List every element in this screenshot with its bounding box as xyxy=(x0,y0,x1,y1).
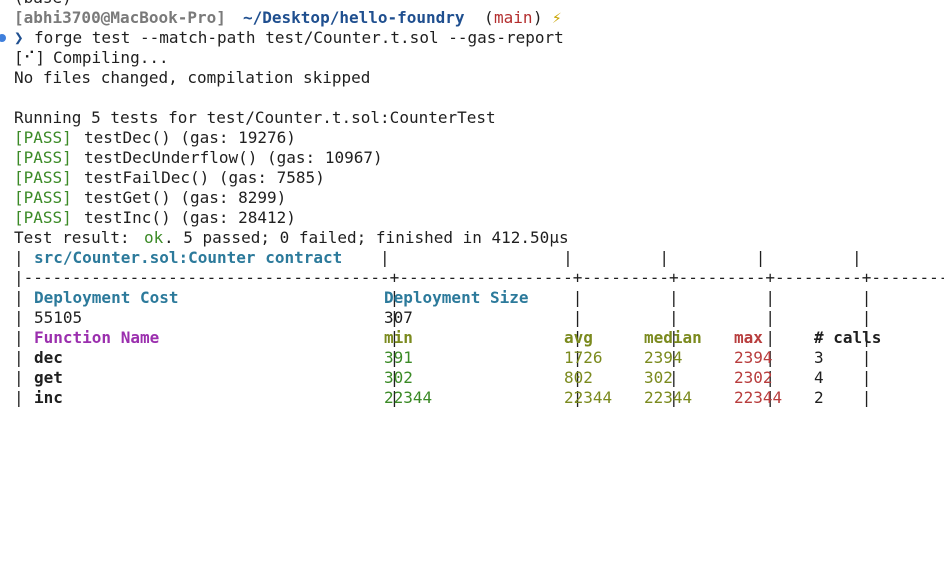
compiling-line: [⠊] Compiling... xyxy=(0,48,944,68)
prompt-user-host: [abhi3700@MacBook-Pro] xyxy=(14,8,226,27)
test-status-pass: [PASS] xyxy=(14,168,72,187)
table-row: | | | | | | | dec 391 1726 2394 2394 3 xyxy=(0,348,944,368)
suite-line: Running 5 tests for test/Counter.t.sol:C… xyxy=(0,108,944,128)
gas-max: 2394 xyxy=(734,348,773,367)
gas-table-separator: |--------------------------------------+… xyxy=(0,268,944,288)
test-line: [PASS] testGet() (gas: 8299) xyxy=(0,188,944,208)
gas-avg: 802 xyxy=(564,368,593,387)
prompt-arrow-icon: ❯ xyxy=(14,28,24,47)
function-name: get xyxy=(34,368,63,387)
test-status-pass: [PASS] xyxy=(14,208,72,227)
compile-skipped-line: No files changed, compilation skipped xyxy=(0,68,944,88)
suite-text: Running 5 tests for test/Counter.t.sol:C… xyxy=(14,108,496,127)
prompt-path: ~/Desktop/hello-foundry xyxy=(243,8,465,27)
deployment-cost-value: 55105 xyxy=(34,308,83,327)
previous-line-text: (base) xyxy=(14,0,72,8)
test-status-pass: [PASS] xyxy=(14,128,72,147)
gas-table-deploy-values: | | | | | | | 55105 307 xyxy=(0,308,944,328)
prompt-branch: main xyxy=(494,8,533,27)
gas-avg: 22344 xyxy=(564,388,613,407)
terminal-output: (base) [abhi3700@MacBook-Pro] ~/Desktop/… xyxy=(0,0,944,408)
table-border: | | | | | | | xyxy=(14,308,944,327)
gas-median: 22344 xyxy=(644,388,693,407)
header-max: max xyxy=(734,328,763,347)
gas-table-deploy-header: | | | | | | | Deployment Cost Deployment… xyxy=(0,288,944,308)
table-row: | | | | | | | get 302 802 302 2302 4 xyxy=(0,368,944,388)
table-border: | | | | | | | xyxy=(14,388,944,407)
gas-median: 302 xyxy=(644,368,673,387)
gas-table-header-row: | | | | | | | Function Name min avg medi… xyxy=(0,328,944,348)
table-border: | | | | | | | xyxy=(14,348,944,367)
deployment-size-value: 307 xyxy=(384,308,413,327)
test-text: testDec() (gas: 19276) xyxy=(84,128,296,147)
call-count: 4 xyxy=(814,368,824,387)
prompt-branch-open: ( xyxy=(484,8,494,27)
gas-table-title-row: | src/Counter.sol:Counter contract | | |… xyxy=(0,248,944,268)
test-text: testFailDec() (gas: 7585) xyxy=(84,168,325,187)
previous-line: (base) xyxy=(0,0,944,8)
test-line: [PASS] testDec() (gas: 19276) xyxy=(0,128,944,148)
test-text: testGet() (gas: 8299) xyxy=(84,188,287,207)
header-function-name: Function Name xyxy=(34,328,160,347)
test-text: testDecUnderflow() (gas: 10967) xyxy=(84,148,383,167)
header-avg: avg xyxy=(564,328,593,347)
result-rest: . 5 passed; 0 failed; finished in 412.50… xyxy=(164,228,569,247)
gas-max: 22344 xyxy=(734,388,783,407)
test-text: testInc() (gas: 28412) xyxy=(84,208,296,227)
header-median: median xyxy=(644,328,702,347)
table-border: | | | | | | | xyxy=(14,368,944,387)
test-line: [PASS] testDecUnderflow() (gas: 10967) xyxy=(0,148,944,168)
function-name: inc xyxy=(34,388,63,407)
table-border: | | | | | | xyxy=(14,248,944,267)
gas-median: 2394 xyxy=(644,348,683,367)
result-prefix: Test result: xyxy=(14,228,140,247)
test-result-line: Test result: ok . 5 passed; 0 failed; fi… xyxy=(0,228,944,248)
function-name: dec xyxy=(34,348,63,367)
gas-min: 302 xyxy=(384,368,413,387)
test-status-pass: [PASS] xyxy=(14,148,72,167)
test-status-pass: [PASS] xyxy=(14,188,72,207)
table-border: |--------------------------------------+… xyxy=(14,268,944,287)
deployment-cost-label: Deployment Cost xyxy=(34,288,179,307)
result-ok: ok xyxy=(144,228,164,247)
call-count: 2 xyxy=(814,388,824,407)
test-line: [PASS] testInc() (gas: 28412) xyxy=(0,208,944,228)
table-row: | | | | | | | inc 22344 22344 22344 2234… xyxy=(0,388,944,408)
command-mark-icon xyxy=(0,34,6,42)
header-calls: # calls xyxy=(814,328,882,347)
gas-avg: 1726 xyxy=(564,348,603,367)
command-text[interactable]: forge test --match-path test/Counter.t.s… xyxy=(34,28,564,48)
gas-min: 391 xyxy=(384,348,413,367)
header-min: min xyxy=(384,328,413,347)
compile-skipped-text: No files changed, compilation skipped xyxy=(14,68,371,87)
prompt-line: [abhi3700@MacBook-Pro] ~/Desktop/hello-f… xyxy=(0,8,944,28)
compile-spinner-icon: [⠊] xyxy=(14,48,45,67)
gas-min: 22344 xyxy=(384,388,433,407)
compiling-text: Compiling... xyxy=(53,48,169,67)
gas-max: 2302 xyxy=(734,368,773,387)
test-line: [PASS] testFailDec() (gas: 7585) xyxy=(0,168,944,188)
deployment-size-label: Deployment Size xyxy=(384,288,529,307)
call-count: 3 xyxy=(814,348,824,367)
dirty-marker-icon: ⚡ xyxy=(552,8,562,27)
prompt-branch-close: ) xyxy=(533,8,543,27)
command-line[interactable]: ❯ forge test --match-path test/Counter.t… xyxy=(0,28,944,48)
